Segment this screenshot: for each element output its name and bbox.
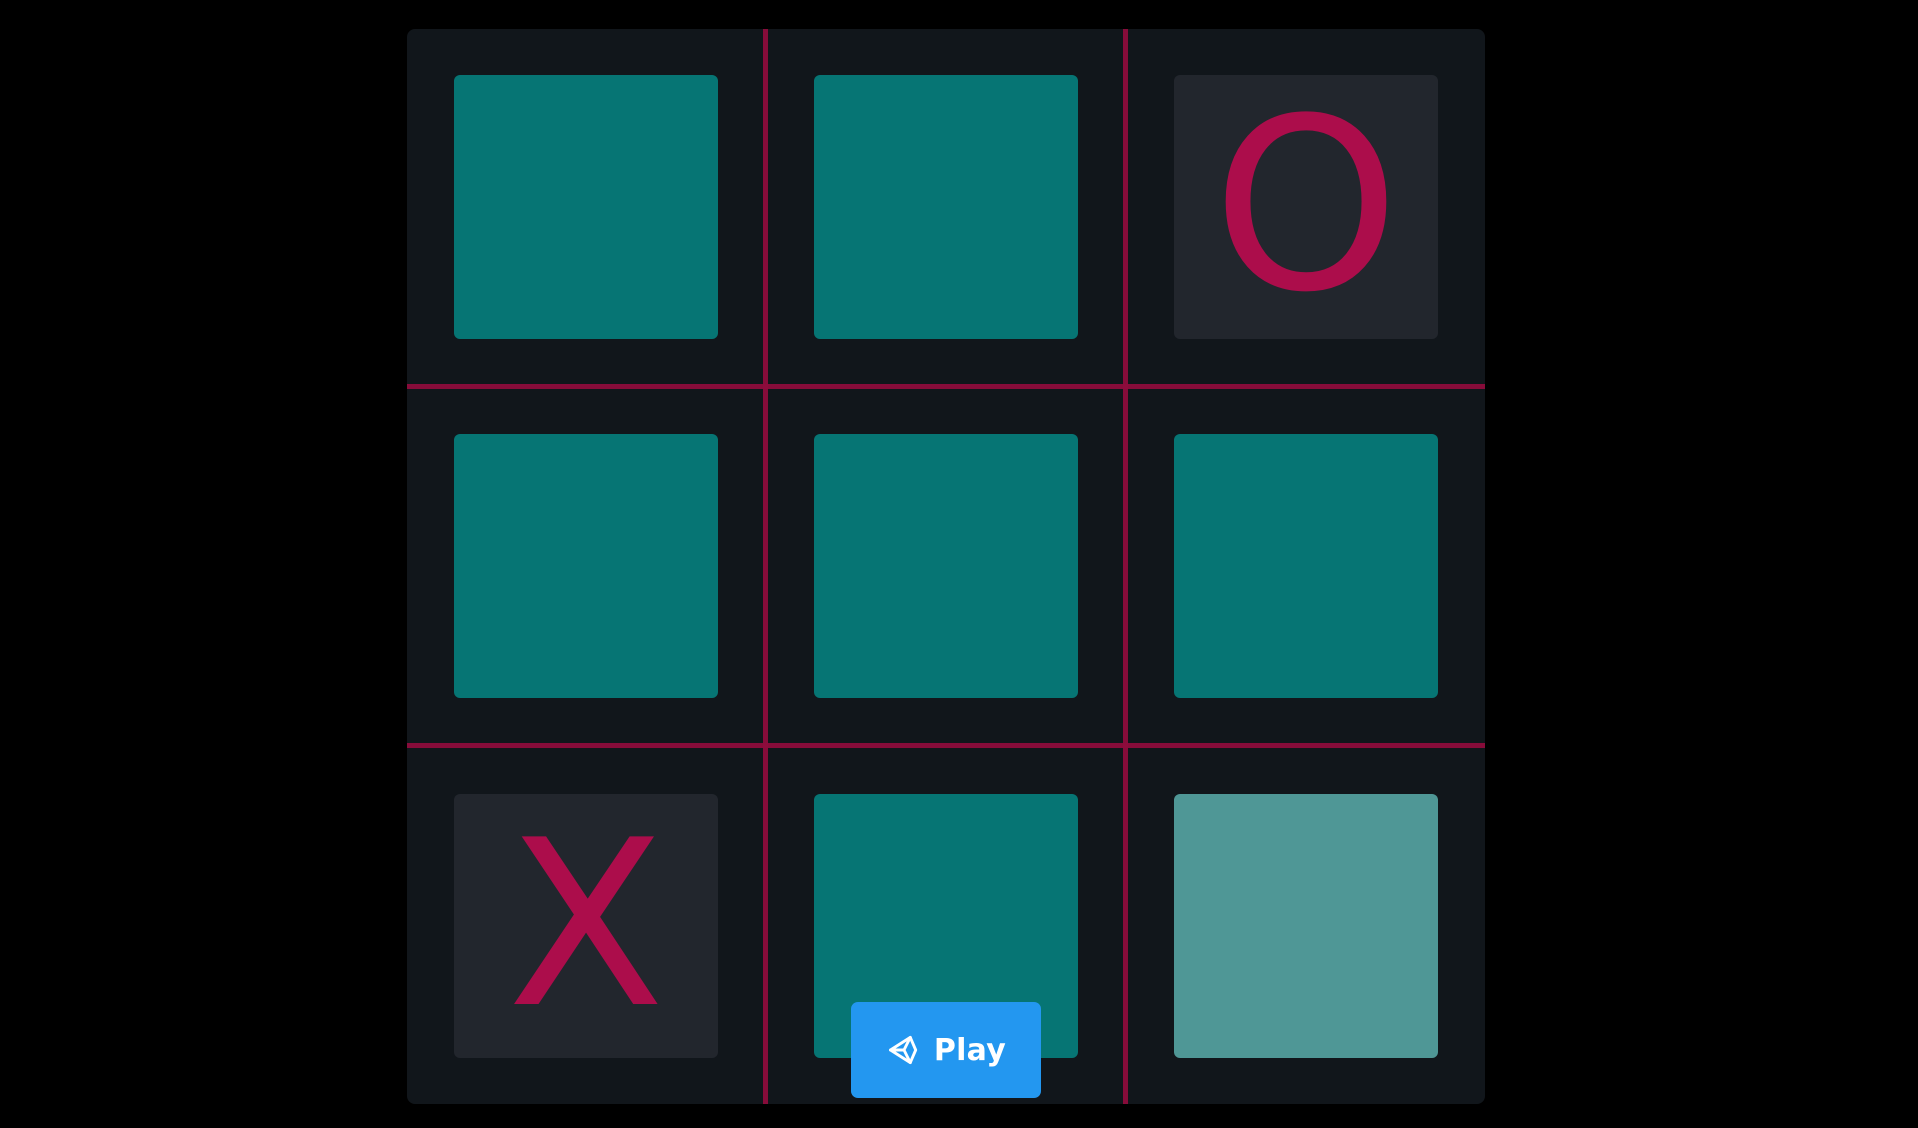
grid-line-vertical-1	[763, 29, 768, 1104]
game-stage: O X Play	[0, 0, 1918, 1128]
grid-line-horizontal-2	[407, 743, 1485, 748]
board-cell-r0-c2[interactable]: O	[1174, 75, 1438, 339]
board-cell-r2-c2[interactable]	[1174, 794, 1438, 1058]
board-cell-r1-c1[interactable]	[814, 434, 1078, 698]
play-button-label: Play	[933, 1032, 1007, 1068]
unity-icon	[888, 1035, 917, 1065]
tic-tac-toe-board: O X	[407, 29, 1485, 1104]
grid-line-vertical-2	[1123, 29, 1128, 1104]
board-cell-r0-c1[interactable]	[814, 75, 1078, 339]
board-cell-r2-c0[interactable]: X	[454, 794, 718, 1058]
board-cell-r1-c0[interactable]	[454, 434, 718, 698]
cell-mark: X	[507, 792, 665, 1059]
board-cell-r0-c0[interactable]	[454, 75, 718, 339]
cell-mark: O	[1212, 68, 1400, 345]
play-button[interactable]: Play	[851, 1002, 1041, 1098]
board-cell-r1-c2[interactable]	[1174, 434, 1438, 698]
grid-line-horizontal-1	[407, 384, 1485, 389]
